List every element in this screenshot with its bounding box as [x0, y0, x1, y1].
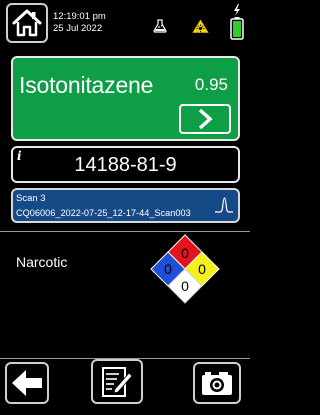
- nfpa-instability-value: 0: [198, 261, 206, 277]
- clock: 12:19:01 pm 25 Jul 2022: [53, 11, 106, 35]
- chevron-right-icon: [198, 108, 213, 130]
- next-button[interactable]: [179, 104, 231, 134]
- match-score: 0.95: [194, 75, 228, 94]
- back-button[interactable]: [5, 362, 49, 404]
- screen: 12:19:01 pm 25 Jul 2022 Isotonitazene 0.…: [0, 0, 250, 415]
- date-text: 25 Jul 2022: [53, 23, 103, 34]
- laser-warning-icon: [191, 18, 210, 34]
- battery-charging-icon: [230, 4, 244, 40]
- arrow-left-icon: [12, 370, 42, 396]
- nfpa-special-value: 0: [181, 278, 189, 294]
- nfpa-health-value: 0: [164, 261, 172, 277]
- camera-button[interactable]: [193, 362, 241, 404]
- home-icon: [12, 9, 42, 37]
- flask-icon: [153, 19, 167, 33]
- compound-name: Isotonitazene: [19, 72, 154, 98]
- nfpa-flammability-value: 0: [181, 245, 189, 261]
- notes-edit-icon: [102, 366, 133, 397]
- hazard-classification: Narcotic: [16, 254, 68, 270]
- home-button[interactable]: [6, 3, 48, 43]
- scan-title: Scan 3: [16, 193, 46, 204]
- cas-card[interactable]: i 14188-81-9: [11, 146, 240, 183]
- nfpa-diamond: 0 0 0 0: [150, 234, 220, 304]
- cas-number: 14188-81-9: [74, 154, 177, 176]
- result-card[interactable]: Isotonitazene 0.95: [11, 56, 240, 141]
- spectrum-icon: [215, 197, 233, 213]
- camera-icon: [202, 372, 232, 395]
- time-text: 12:19:01 pm: [53, 11, 106, 22]
- scan-filename: CQ06006_2022-07-25_12-17-44_Scan003: [16, 208, 191, 218]
- scan-card[interactable]: Scan 3 CQ06006_2022-07-25_12-17-44_Scan0…: [11, 188, 240, 223]
- notes-button[interactable]: [91, 359, 143, 404]
